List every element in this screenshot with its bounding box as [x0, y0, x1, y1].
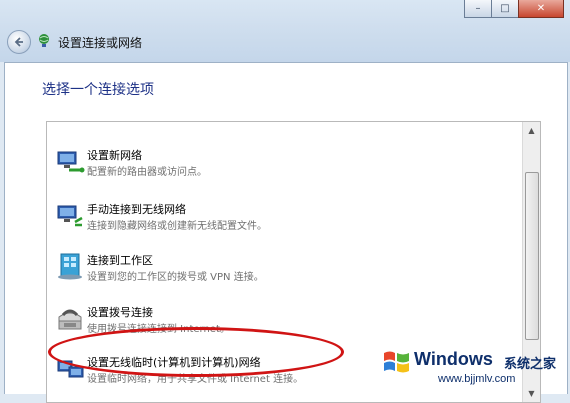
watermark: Windows 系统之家 www.bjjmlv.com: [382, 345, 570, 393]
window-titlebar: – □ ✕ 设置连接或网络: [0, 0, 570, 62]
network-globe-icon: [39, 34, 49, 47]
network-icon: [57, 151, 85, 173]
maximize-button[interactable]: □: [491, 0, 519, 18]
page-heading: 选择一个连接选项: [42, 82, 154, 98]
watermark-brand: Windows: [414, 349, 493, 369]
option-description: 设置到您的工作区的拨号或 VPN 连接。: [87, 272, 264, 283]
window-controls: – □ ✕: [464, 0, 564, 18]
watermark-url: www.bjjmlv.com: [438, 373, 516, 385]
back-button[interactable]: [7, 30, 31, 54]
scroll-up-button[interactable]: ▲: [523, 122, 540, 139]
option-workplace[interactable]: 连接到工作区 设置到您的工作区的拨号或 VPN 连接。: [47, 243, 517, 299]
option-description: 设置临时网络，用于共享文件或 Internet 连接。: [87, 374, 304, 385]
option-new-network[interactable]: 设置新网络 配置新的路由器或访问点。: [47, 138, 517, 194]
dialup-phone-icon: [58, 309, 82, 330]
option-description: 使用拨号连接连接到 Internet。: [87, 324, 230, 335]
option-dialup[interactable]: 设置拨号连接 使用拨号连接连接到 Internet。: [47, 295, 517, 351]
wireless-network-icon: [57, 205, 83, 227]
scrollbar-thumb[interactable]: [525, 172, 539, 340]
arrow-left-icon: [14, 37, 23, 47]
adhoc-network-icon: [57, 360, 84, 378]
option-title: 连接到工作区: [87, 254, 153, 267]
watermark-site-name: 系统之家: [504, 357, 557, 372]
option-description: 配置新的路由器或访问点。: [87, 167, 207, 178]
windows-logo-icon: [384, 351, 409, 373]
close-button[interactable]: ✕: [518, 0, 564, 18]
option-title: 设置无线临时(计算机到计算机)网络: [87, 356, 261, 369]
window-title: 设置连接或网络: [58, 36, 143, 50]
workplace-icon: [58, 253, 82, 280]
option-title: 设置拨号连接: [87, 306, 153, 319]
option-title: 手动连接到无线网络: [87, 203, 186, 216]
option-description: 连接到隐藏网络或创建新无线配置文件。: [87, 221, 267, 232]
option-manual-wireless[interactable]: 手动连接到无线网络 连接到隐藏网络或创建新无线配置文件。: [47, 192, 517, 248]
minimize-button[interactable]: –: [464, 0, 492, 18]
option-title: 设置新网络: [87, 149, 142, 162]
